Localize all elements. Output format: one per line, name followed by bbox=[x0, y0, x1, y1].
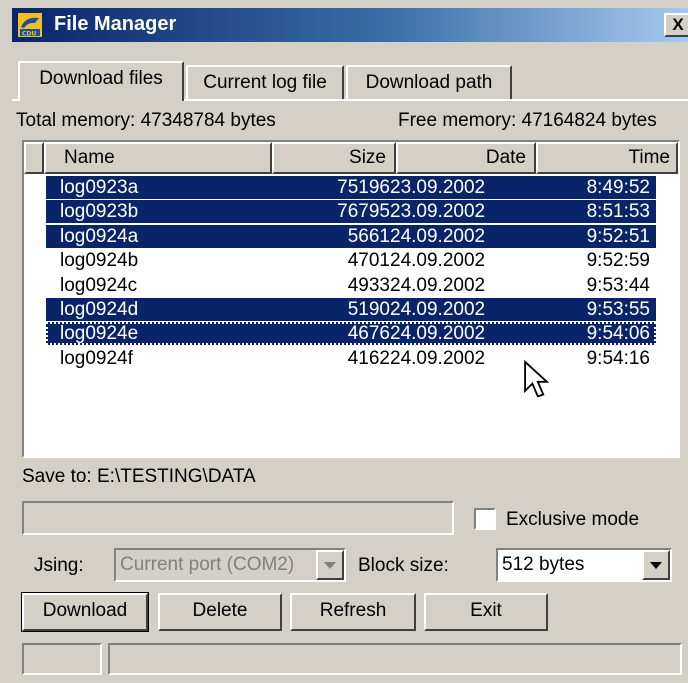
tab-download-files[interactable]: Download files bbox=[18, 61, 184, 101]
cell-name: log0923a bbox=[60, 177, 139, 198]
column-header-label: Time bbox=[628, 147, 670, 168]
table-row[interactable]: log0924e 4676 24.09.2002 9:54:06 bbox=[46, 322, 656, 346]
exit-button[interactable]: Exit bbox=[424, 593, 548, 631]
chevron-down-icon[interactable] bbox=[642, 550, 670, 580]
status-panel-main bbox=[108, 643, 682, 675]
table-row[interactable]: log0924a 5661 24.09.2002 9:52:51 bbox=[46, 224, 656, 248]
cell-date: 24.09.2002 bbox=[390, 225, 486, 247]
tab-download-path[interactable]: Download path bbox=[346, 65, 512, 101]
tab-label: Download files bbox=[39, 68, 163, 89]
cell-time: 8:49:52 bbox=[586, 177, 650, 198]
status-panel-left bbox=[22, 643, 102, 675]
cell-size: 4701 bbox=[347, 250, 390, 272]
table-row[interactable]: log0924d 5190 24.09.2002 9:53:55 bbox=[46, 298, 656, 321]
refresh-button-label: Refresh bbox=[319, 600, 387, 621]
cell-date: 24.09.2002 bbox=[390, 274, 486, 296]
using-port-value: Current port (COM2) bbox=[120, 554, 295, 575]
column-header-name[interactable]: Name bbox=[44, 142, 272, 174]
free-memory-label: Free memory: 47164824 bytes bbox=[398, 110, 657, 131]
tab-label: Current log file bbox=[203, 72, 327, 93]
cell-time: 9:54:16 bbox=[586, 347, 650, 369]
column-header-label: Size bbox=[349, 147, 386, 168]
exclusive-mode-checkbox[interactable] bbox=[474, 508, 496, 530]
cell-date: 23.09.2002 bbox=[390, 177, 486, 198]
delete-button-label: Delete bbox=[192, 600, 248, 621]
refresh-button[interactable]: Refresh bbox=[290, 593, 416, 631]
block-size-value: 512 bytes bbox=[502, 554, 585, 575]
cell-size: 4676 bbox=[347, 323, 390, 345]
cell-size: 4162 bbox=[347, 347, 390, 369]
save-to-path: Save to: E:\TESTING\DATA bbox=[22, 466, 256, 487]
cell-name: log0924a bbox=[60, 225, 139, 247]
progress-bar bbox=[22, 501, 454, 535]
cell-name: log0924b bbox=[60, 250, 139, 272]
file-manager-window: CDU File Manager X Download files Curren… bbox=[0, 0, 688, 683]
table-row[interactable]: log0923b 76795 23.09.2002 8:51:53 bbox=[46, 200, 656, 224]
block-size-label: Block size: bbox=[358, 555, 449, 576]
close-icon: X bbox=[672, 15, 684, 34]
chevron-down-icon[interactable] bbox=[316, 550, 344, 580]
cell-name: log0924f bbox=[60, 347, 133, 369]
cell-name: log0923b bbox=[60, 201, 139, 223]
exit-button-label: Exit bbox=[470, 600, 502, 621]
total-memory-label: Total memory: 47348784 bytes bbox=[16, 110, 276, 131]
cell-name: log0924e bbox=[60, 323, 139, 345]
cell-time: 9:52:59 bbox=[586, 250, 650, 272]
window-title: File Manager bbox=[54, 13, 177, 35]
file-list[interactable]: Name Size Date Time log0923a 75196 23.09.2… bbox=[22, 140, 680, 458]
cell-size: 5661 bbox=[347, 225, 390, 247]
download-button-label: Download bbox=[42, 600, 128, 621]
cell-date: 24.09.2002 bbox=[390, 347, 486, 369]
column-header-time[interactable]: Time bbox=[536, 142, 678, 174]
cell-time: 9:52:51 bbox=[586, 225, 650, 247]
table-row[interactable]: log0924f 4162 24.09.2002 9:54:16 bbox=[46, 347, 656, 370]
column-header-label: Date bbox=[485, 147, 526, 168]
close-button[interactable]: X bbox=[664, 13, 688, 37]
using-label: Jsing: bbox=[34, 555, 84, 576]
tab-current-log-file[interactable]: Current log file bbox=[186, 65, 344, 101]
cell-time: 9:54:06 bbox=[586, 323, 650, 345]
cell-date: 24.09.2002 bbox=[390, 299, 486, 320]
cell-size: 4933 bbox=[347, 274, 390, 296]
download-button[interactable]: Download bbox=[21, 592, 149, 632]
cell-size: 76795 bbox=[337, 201, 390, 223]
cell-name: log0924d bbox=[60, 299, 139, 320]
delete-button[interactable]: Delete bbox=[158, 593, 282, 631]
svg-text:CDU: CDU bbox=[22, 31, 36, 38]
tab-label: Download path bbox=[365, 72, 493, 93]
app-icon: CDU bbox=[18, 13, 42, 37]
cell-date: 24.09.2002 bbox=[390, 323, 486, 345]
title-bar[interactable]: CDU File Manager X bbox=[12, 8, 688, 42]
cell-name: log0924c bbox=[60, 274, 138, 296]
block-size-select[interactable]: 512 bytes bbox=[496, 548, 672, 582]
column-header-date[interactable]: Date bbox=[396, 142, 536, 174]
column-header-label: Name bbox=[64, 147, 115, 168]
cell-size: 5190 bbox=[347, 299, 390, 320]
exclusive-mode-label[interactable]: Exclusive mode bbox=[506, 509, 639, 531]
cell-date: 24.09.2002 bbox=[390, 250, 486, 272]
table-row[interactable]: log0923a 75196 23.09.2002 8:49:52 bbox=[46, 176, 656, 199]
cell-date: 23.09.2002 bbox=[390, 201, 486, 223]
column-header-size[interactable]: Size bbox=[272, 142, 396, 174]
mouse-pointer-icon bbox=[524, 360, 550, 398]
cell-time: 9:53:44 bbox=[586, 274, 650, 296]
cell-time: 8:51:53 bbox=[586, 201, 650, 223]
table-row[interactable]: log0924b 4701 24.09.2002 9:52:59 bbox=[46, 249, 656, 272]
cell-size: 75196 bbox=[337, 177, 390, 198]
using-port-select[interactable]: Current port (COM2) bbox=[114, 548, 346, 582]
table-row[interactable]: log0924c 4933 24.09.2002 9:53:44 bbox=[46, 274, 656, 297]
column-header-spacer bbox=[24, 142, 44, 174]
cell-time: 9:53:55 bbox=[586, 299, 650, 320]
